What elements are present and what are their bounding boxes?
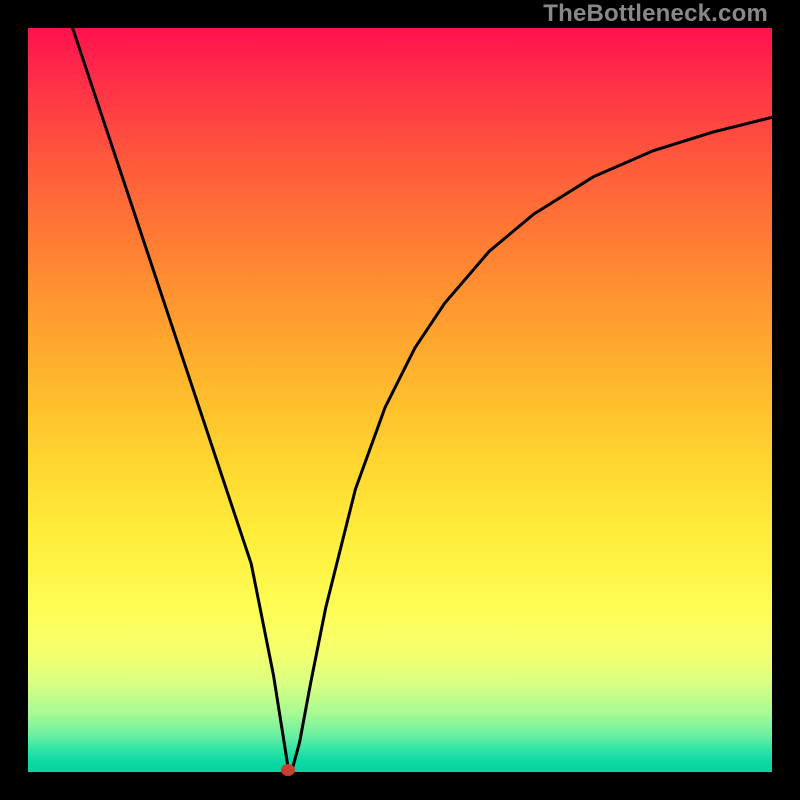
min-marker [281, 764, 295, 776]
plot-area [28, 28, 772, 772]
chart-frame: TheBottleneck.com [0, 0, 800, 800]
bottleneck-curve [28, 28, 772, 772]
watermark-text: TheBottleneck.com [543, 0, 768, 28]
curve-path [73, 28, 772, 770]
